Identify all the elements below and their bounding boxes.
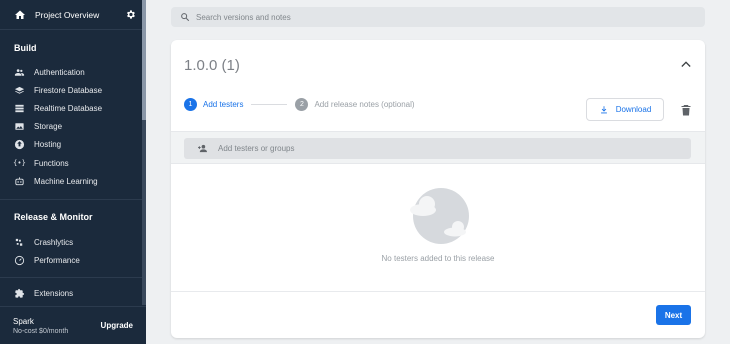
sidebar-item-functions[interactable]: {•} Functions: [0, 154, 146, 172]
download-icon: [600, 105, 607, 113]
chevron-up-icon[interactable]: [681, 60, 691, 68]
empty-state-illustration: [410, 188, 469, 244]
gear-icon[interactable]: [125, 9, 136, 20]
functions-icon: {•}: [13, 159, 26, 168]
step-2-number: 2: [295, 98, 309, 111]
image-icon: [14, 121, 25, 132]
plan-info: Spark No-cost $0/month: [13, 317, 101, 335]
sidebar-item-label: Realtime Database: [34, 103, 103, 113]
card-footer-divider: [171, 291, 705, 292]
release-card: 1.0.0 (1) 1 Add testers 2 Add release no…: [171, 40, 705, 338]
sidebar-item-label: Functions: [34, 158, 69, 168]
sidebar-item-crashlytics[interactable]: Crashlytics: [0, 233, 146, 251]
sidebar-item-performance[interactable]: Performance: [0, 252, 146, 270]
sidebar-divider: [0, 199, 146, 201]
release-version: 1.0.0 (1): [184, 57, 240, 74]
crashlytics-icon: [14, 237, 25, 248]
sidebar-item-label: Authentication: [34, 67, 85, 77]
empty-state-message: No testers added to this release: [381, 254, 495, 263]
extensions-icon: [14, 288, 25, 299]
step-connector: [251, 104, 288, 105]
release-stepper: 1 Add testers 2 Add release notes (optio…: [184, 98, 415, 111]
sidebar-item-label: Crashlytics: [34, 237, 74, 247]
sidebar-item-authentication[interactable]: Authentication: [0, 63, 146, 81]
sidebar-scrollbar[interactable]: [142, 0, 146, 305]
step-2-label[interactable]: Add release notes (optional): [314, 100, 414, 109]
search-input[interactable]: Search versions and notes: [196, 13, 291, 22]
release-section-title: Release & Monitor: [14, 212, 93, 223]
download-label: Download: [615, 105, 652, 114]
sidebar-item-label: Firestore Database: [34, 85, 103, 95]
scrollbar-thumb[interactable]: [142, 0, 146, 120]
add-testers-placeholder: Add testers or groups: [218, 144, 295, 153]
step-1-number: 1: [184, 98, 197, 111]
upgrade-button[interactable]: Upgrade: [101, 321, 133, 330]
sidebar-item-label: Hosting: [34, 140, 62, 150]
sidebar-item-storage[interactable]: Storage: [0, 118, 146, 136]
testers-bar: Add testers or groups: [171, 131, 705, 164]
sidebar-item-label: Performance: [34, 256, 80, 266]
sidebar-item-firestore[interactable]: Firestore Database: [0, 81, 146, 99]
sidebar-item-label: Extensions: [34, 289, 74, 299]
next-button[interactable]: Next: [656, 305, 691, 325]
speedometer-icon: [14, 255, 25, 266]
add-person-icon: [198, 144, 207, 153]
people-icon: [14, 67, 25, 78]
project-overview-row[interactable]: Project Overview: [0, 0, 146, 30]
build-section-title: Build: [14, 43, 37, 53]
home-icon: [15, 10, 25, 19]
sidebar-item-hosting[interactable]: Hosting: [0, 136, 146, 154]
sidebar: Project Overview Build Authentication Fi…: [0, 0, 146, 344]
plan-footer: Spark No-cost $0/month Upgrade: [0, 306, 146, 344]
sidebar-item-label: Storage: [34, 122, 63, 132]
sidebar-item-realtime-database[interactable]: Realtime Database: [0, 99, 146, 117]
trash-icon[interactable]: [681, 104, 691, 116]
sidebar-item-machine-learning[interactable]: Machine Learning: [0, 172, 146, 190]
robot-icon: [14, 176, 25, 187]
database-icon: [14, 103, 25, 114]
plan-name: Spark: [13, 316, 34, 326]
sidebar-item-extensions[interactable]: Extensions: [0, 285, 146, 303]
step-1-label[interactable]: Add testers: [203, 100, 243, 109]
plan-price: No-cost $0/month: [13, 327, 69, 335]
firestore-icon: [14, 85, 25, 96]
project-overview-label: Project Overview: [35, 9, 100, 20]
add-testers-input[interactable]: Add testers or groups: [184, 138, 691, 159]
sidebar-item-label: Machine Learning: [34, 176, 98, 186]
search-bar[interactable]: Search versions and notes: [171, 7, 705, 27]
search-icon: [181, 13, 190, 22]
hosting-icon: [14, 139, 25, 150]
download-button[interactable]: Download: [586, 98, 664, 121]
